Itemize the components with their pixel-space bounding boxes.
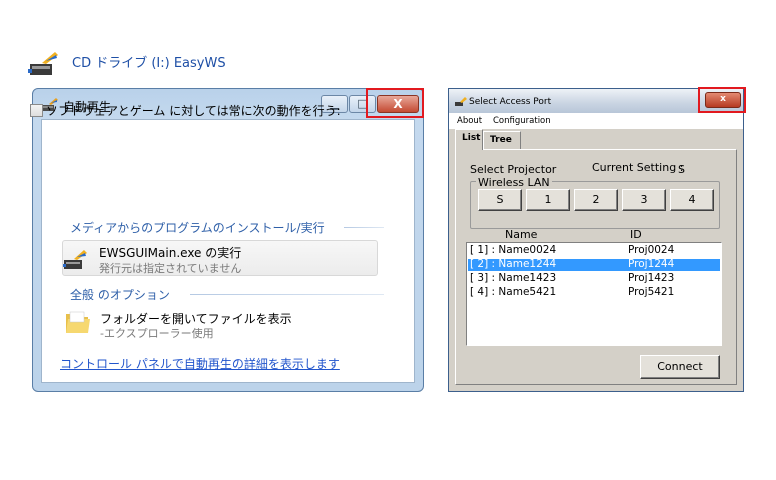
column-header-id[interactable]: ID [630,228,642,241]
action-title: EWSGUIMain.exe の実行 [99,246,242,260]
list-item[interactable]: [ 1] : Name0024 Proj0024 [468,244,720,257]
select-projector-label: Select Projector [470,163,557,176]
menu-bar: About Configuration [449,113,743,130]
always-do-label[interactable]: ソフトウェアとゲーム に対しては常に次の動作を行う: [46,102,341,119]
list-item-name: [ 4] : Name5421 [470,286,557,298]
list-item-id: Proj0024 [628,244,675,256]
column-header-name[interactable]: Name [505,228,537,241]
access-port-title: Select Access Port [469,97,552,107]
drive-icon [63,250,87,269]
tab-tree[interactable]: Tree [483,131,521,149]
access-port-app-icon [455,97,467,106]
menu-about[interactable]: About [457,116,482,126]
list-item[interactable]: [ 3] : Name1423 Proj1423 [468,272,720,285]
action-publisher: 発行元は指定されていません [99,262,242,275]
list-item-selected[interactable]: [ 2] : Name1244 Proj1244 [468,258,720,271]
list-item-name: [ 3] : Name1423 [470,272,557,284]
connect-button[interactable]: Connect [640,355,720,379]
tab-strip: List Tree [449,129,743,150]
tab-list[interactable]: List [455,129,483,150]
section-general-divider [190,294,384,295]
current-setting-label: Current Setting : [592,161,684,174]
projector-list[interactable]: [ 1] : Name0024 Proj0024 [ 2] : Name1244… [466,242,722,346]
list-item-id: Proj1423 [628,272,675,284]
close-button-highlight [698,87,746,113]
menu-configuration[interactable]: Configuration [493,116,551,126]
list-item-id: Proj1244 [628,258,675,270]
run-ewsguimain-action[interactable]: EWSGUIMain.exe の実行 発行元は指定されていません [62,240,378,276]
port-button-3[interactable]: 3 [622,189,666,211]
control-panel-link[interactable]: コントロール パネルで自動再生の詳細を表示します [60,355,340,372]
drive-icon [28,52,58,75]
list-item-id: Proj5421 [628,286,675,298]
always-do-checkbox[interactable] [30,104,43,117]
open-folder-subtitle: -エクスプローラー使用 [100,327,214,340]
drive-title: CD ドライブ (I:) EasyWS [72,56,226,71]
list-item[interactable]: [ 4] : Name5421 Proj5421 [468,286,720,299]
close-button-highlight [366,88,424,118]
current-setting-value: S [678,163,685,176]
port-button-4[interactable]: 4 [670,189,714,211]
port-button-s[interactable]: S [478,189,522,211]
wireless-lan-label: Wireless LAN [476,176,552,189]
folder-icon[interactable] [64,308,92,336]
port-button-1[interactable]: 1 [526,189,570,211]
section-media-divider [344,227,384,228]
section-media-heading: メディアからのプログラムのインストール/実行 [70,221,325,235]
list-item-name: [ 1] : Name0024 [470,244,557,256]
access-port-window: Select Access Port x About Configuration… [448,88,744,392]
section-general-heading: 全般 のオプション [70,288,170,302]
list-item-name: [ 2] : Name1244 [470,258,557,270]
port-button-2[interactable]: 2 [574,189,618,211]
